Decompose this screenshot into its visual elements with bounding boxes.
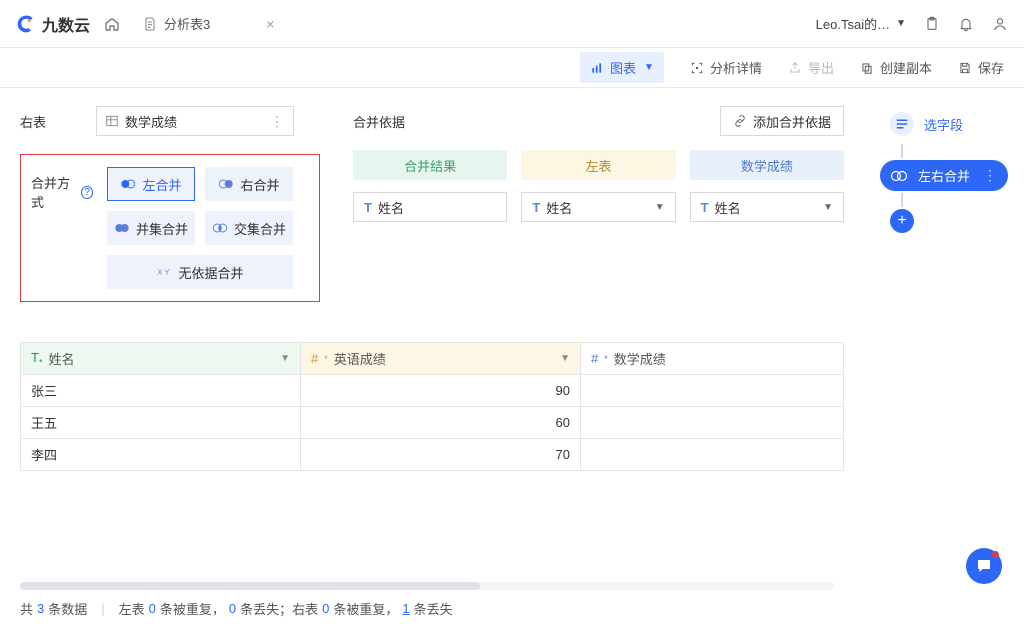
basis-select-result[interactable]: T姓名: [353, 192, 507, 222]
tool-export: 导出: [788, 58, 834, 77]
app-header: 九数云 分析表3 × Leo.Tsai的… ▼: [0, 0, 1024, 48]
pill-result[interactable]: 合并结果: [353, 150, 507, 180]
right-table-label: 右表: [20, 106, 82, 131]
user-dropdown[interactable]: Leo.Tsai的… ▼: [816, 14, 906, 33]
home-icon[interactable]: [104, 16, 120, 32]
more-icon[interactable]: ⋮: [983, 167, 998, 184]
text-type-icon: T: [364, 200, 372, 215]
chart-icon: [590, 61, 604, 75]
chevron-down-icon[interactable]: ▼: [280, 353, 290, 364]
chevron-down-icon: ▼: [644, 62, 654, 73]
main-area: 右表 数学成绩 ⋮ 合并方式 ? 左合并: [0, 88, 1024, 592]
col-eng[interactable]: #*英语成绩▼: [301, 343, 581, 375]
pill-left[interactable]: 左表: [521, 150, 675, 180]
bell-icon[interactable]: [958, 16, 974, 32]
venn-left-icon: [120, 176, 136, 192]
basis-select-math[interactable]: T姓名▼: [690, 192, 844, 222]
header-right: Leo.Tsai的… ▼: [816, 14, 1008, 33]
merge-left-button[interactable]: 左合并: [107, 167, 195, 201]
chat-fab[interactable]: [966, 548, 1002, 584]
tab-bar: 分析表3 ×: [142, 0, 274, 48]
basis-select-left[interactable]: T姓名▼: [521, 192, 675, 222]
link-icon: [733, 114, 747, 128]
document-icon: [142, 16, 158, 32]
step-merge[interactable]: 左右合并 ⋮: [880, 160, 1008, 191]
chevron-down-icon: ▼: [823, 202, 833, 213]
chevron-down-icon[interactable]: ▼: [560, 353, 570, 364]
list-icon: [893, 115, 911, 133]
export-icon: [788, 61, 802, 75]
chevron-down-icon: ▼: [896, 18, 906, 29]
merge-right-button[interactable]: 右合并: [205, 167, 293, 201]
result-table: T*姓名▼ #*英语成绩▼ #*数学成绩 张三90 王五60 李四70: [20, 342, 844, 471]
chevron-down-icon: ▼: [655, 202, 665, 213]
brand-name: 九数云: [42, 12, 90, 36]
right-table-value: 数学成绩: [125, 112, 177, 131]
right-table-select[interactable]: 数学成绩 ⋮: [96, 106, 294, 136]
table-row: 李四70: [21, 439, 844, 471]
basis-panel: 合并依据 添加合并依据 合并结果 左表 数学成绩 T姓名 T姓名▼ T姓名▼: [353, 106, 844, 320]
step-select-fields[interactable]: 选字段: [880, 106, 1008, 142]
user-label: Leo.Tsai的…: [816, 14, 890, 33]
logo-icon: [16, 14, 36, 34]
scan-icon: [690, 61, 704, 75]
merge-mode-panel: 合并方式 ? 左合并 右合并: [20, 154, 320, 302]
more-icon[interactable]: ⋮: [270, 113, 285, 130]
add-step-button[interactable]: +: [890, 209, 914, 233]
table-icon: [105, 114, 119, 128]
horizontal-scrollbar[interactable]: [20, 582, 834, 590]
table-row: 张三90: [21, 375, 844, 407]
col-math[interactable]: #*数学成绩: [581, 343, 844, 375]
status-bar: 共 3 条数据 | 左表 0 条被重复， 0 条丢失；右表 0 条被重复， 1 …: [0, 592, 1024, 624]
tab-sheet[interactable]: 分析表3 ×: [142, 0, 274, 48]
action-toolbar: 图表▼ 分析详情 导出 创建副本 保存: [0, 48, 1024, 88]
merge-intersect-button[interactable]: 交集合并: [205, 211, 293, 245]
pill-row: 合并结果 左表 数学成绩: [353, 150, 844, 180]
venn-union-icon: [114, 220, 130, 236]
clipboard-icon[interactable]: [924, 16, 940, 32]
lost-link[interactable]: 1: [402, 601, 409, 616]
text-type-icon: T: [701, 200, 709, 215]
add-basis-button[interactable]: 添加合并依据: [720, 106, 844, 136]
col-name[interactable]: T*姓名▼: [21, 343, 301, 375]
venn-icon: [890, 167, 908, 185]
table-row: 王五60: [21, 407, 844, 439]
tool-detail[interactable]: 分析详情: [690, 58, 762, 77]
pill-math[interactable]: 数学成绩: [690, 150, 844, 180]
merge-mode-label: 合并方式 ?: [31, 167, 93, 211]
right-table-row: 右表 数学成绩 ⋮: [20, 106, 325, 136]
merge-nobasis-button[interactable]: XY 无依据合并: [107, 255, 293, 289]
text-type-icon: T: [532, 200, 540, 215]
chat-icon: [975, 557, 993, 575]
tool-duplicate[interactable]: 创建副本: [860, 58, 932, 77]
venn-intersect-icon: [212, 220, 228, 236]
user-icon[interactable]: [992, 16, 1008, 32]
step-connector: [901, 193, 903, 207]
tool-chart[interactable]: 图表▼: [580, 52, 664, 83]
main-left: 右表 数学成绩 ⋮ 合并方式 ? 左合并: [0, 88, 864, 592]
basis-selects: T姓名 T姓名▼ T姓名▼: [353, 192, 844, 222]
merge-union-button[interactable]: 并集合并: [107, 211, 195, 245]
basis-label: 合并依据: [353, 112, 405, 131]
help-icon[interactable]: ?: [81, 186, 93, 199]
tab-close-icon[interactable]: ×: [266, 16, 274, 32]
scrollbar-thumb[interactable]: [20, 582, 480, 590]
svg-text:X: X: [158, 268, 163, 277]
step-connector: [901, 144, 903, 158]
steps-sidebar: 选字段 左右合并 ⋮ +: [864, 88, 1024, 592]
copy-icon: [860, 61, 874, 75]
save-icon: [958, 61, 972, 75]
cross-join-icon: XY: [156, 264, 172, 280]
venn-right-icon: [218, 176, 234, 192]
svg-text:Y: Y: [165, 268, 170, 277]
brand-logo: 九数云: [16, 12, 90, 36]
tab-label: 分析表3: [164, 14, 210, 33]
tool-save[interactable]: 保存: [958, 58, 1004, 77]
